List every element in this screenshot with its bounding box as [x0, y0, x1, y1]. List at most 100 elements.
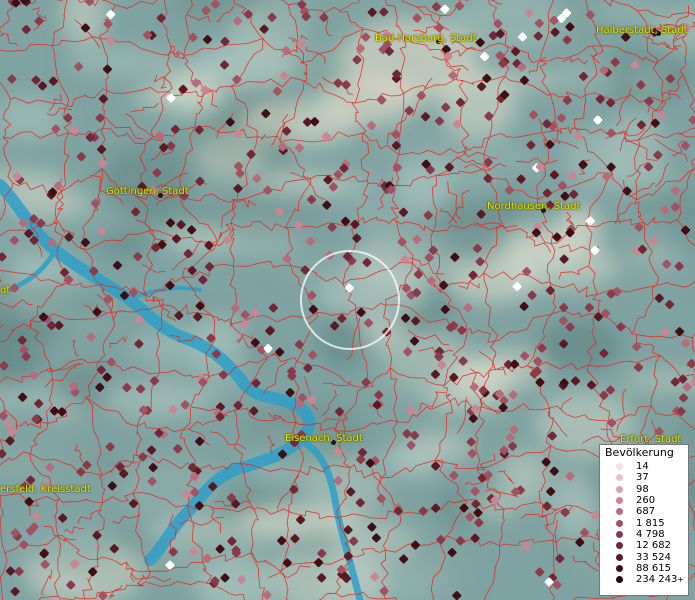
- population-point: [69, 559, 79, 569]
- population-point: [468, 270, 478, 280]
- population-point: [430, 369, 440, 379]
- population-point: [559, 254, 569, 264]
- population-point: [261, 109, 271, 119]
- population-point: [317, 548, 327, 558]
- population-point: [14, 566, 24, 576]
- legend-swatch-icon: [616, 564, 623, 572]
- population-point: [10, 587, 20, 596]
- population-point: [522, 542, 532, 552]
- population-point: [40, 559, 50, 569]
- population-point: [18, 218, 28, 228]
- population-point: [546, 487, 556, 496]
- population-point: [195, 176, 205, 186]
- population-point: [240, 319, 250, 329]
- population-point: [571, 376, 580, 386]
- legend-item: 88 615: [600, 563, 688, 574]
- population-point: [519, 301, 529, 311]
- population-point: [10, 283, 19, 293]
- population-point: [534, 18, 544, 28]
- city-label-nordhausen: Nordhausen, Stadt: [487, 201, 581, 212]
- population-point: [391, 129, 401, 139]
- population-point: [482, 73, 492, 83]
- population-point: [606, 128, 616, 138]
- population-point: [327, 222, 337, 232]
- population-point: [201, 6, 211, 15]
- population-point: [410, 430, 420, 440]
- population-point: [268, 303, 278, 313]
- population-point: [488, 31, 498, 41]
- population-point: [556, 113, 566, 123]
- legend-swatch-icon: [616, 519, 623, 527]
- population-point: [346, 487, 356, 497]
- population-point: [98, 591, 108, 600]
- population-point: [220, 573, 230, 583]
- legend-swatch-icon: [616, 553, 623, 561]
- population-point: [51, 124, 61, 134]
- legend-swatch-icon: [616, 474, 623, 482]
- population-point: [650, 118, 660, 128]
- population-point: [183, 249, 193, 259]
- population-point: [522, 267, 532, 277]
- population-point: [436, 535, 446, 545]
- population-point: [352, 233, 362, 243]
- population-point: [156, 13, 166, 23]
- population-point: [399, 207, 408, 217]
- selection-circle[interactable]: [300, 250, 400, 350]
- population-point: [441, 44, 451, 54]
- population-point: [377, 95, 387, 105]
- population-point: [367, 522, 377, 532]
- population-point: [467, 448, 477, 458]
- population-point: [555, 554, 565, 564]
- population-point: [411, 316, 421, 326]
- city-label-eisenach: Eisenach, Stadt: [285, 433, 363, 444]
- population-point: [471, 499, 481, 509]
- population-point: [549, 15, 559, 25]
- population-point: [178, 84, 188, 94]
- population-point: [455, 536, 465, 546]
- population-point: [435, 116, 444, 126]
- population-point: [133, 252, 143, 262]
- population-point: [252, 174, 262, 183]
- map-canvas[interactable]: Bad Harzburg, Stadt Halberstadt, Stadt G…: [0, 0, 695, 600]
- population-point: [477, 82, 487, 92]
- population-point: [412, 235, 422, 244]
- population-point: [379, 7, 389, 17]
- population-point: [518, 32, 527, 42]
- population-point: [341, 216, 350, 226]
- population-point: [504, 185, 514, 195]
- population-point: [191, 78, 201, 88]
- legend-swatch-icon: [616, 485, 623, 493]
- population-point: [233, 184, 243, 194]
- population-point: [296, 38, 306, 48]
- population-point: [278, 449, 287, 459]
- population-point: [279, 70, 289, 80]
- population-point: [98, 94, 108, 104]
- population-point: [470, 486, 480, 496]
- population-point: [370, 572, 380, 582]
- population-point: [431, 503, 441, 513]
- population-point: [150, 376, 159, 386]
- population-point: [606, 98, 616, 108]
- population-point: [402, 429, 412, 439]
- population-point: [511, 47, 521, 56]
- population-point: [480, 52, 490, 62]
- population-point: [103, 19, 113, 29]
- population-point: [263, 344, 273, 354]
- population-point: [401, 313, 411, 323]
- population-point: [593, 115, 603, 125]
- population-point: [233, 128, 243, 138]
- population-point: [134, 339, 144, 349]
- population-point: [533, 356, 543, 366]
- population-point: [285, 388, 295, 398]
- population-point: [282, 254, 292, 264]
- population-point: [559, 303, 569, 313]
- population-point: [69, 125, 79, 135]
- population-point: [565, 471, 575, 481]
- population-point: [194, 501, 204, 511]
- population-point: [187, 225, 197, 235]
- population-point: [560, 507, 570, 517]
- population-point: [560, 191, 570, 201]
- legend-label: 4 798: [636, 528, 665, 540]
- population-point: [106, 10, 116, 19]
- population-point: [542, 501, 552, 511]
